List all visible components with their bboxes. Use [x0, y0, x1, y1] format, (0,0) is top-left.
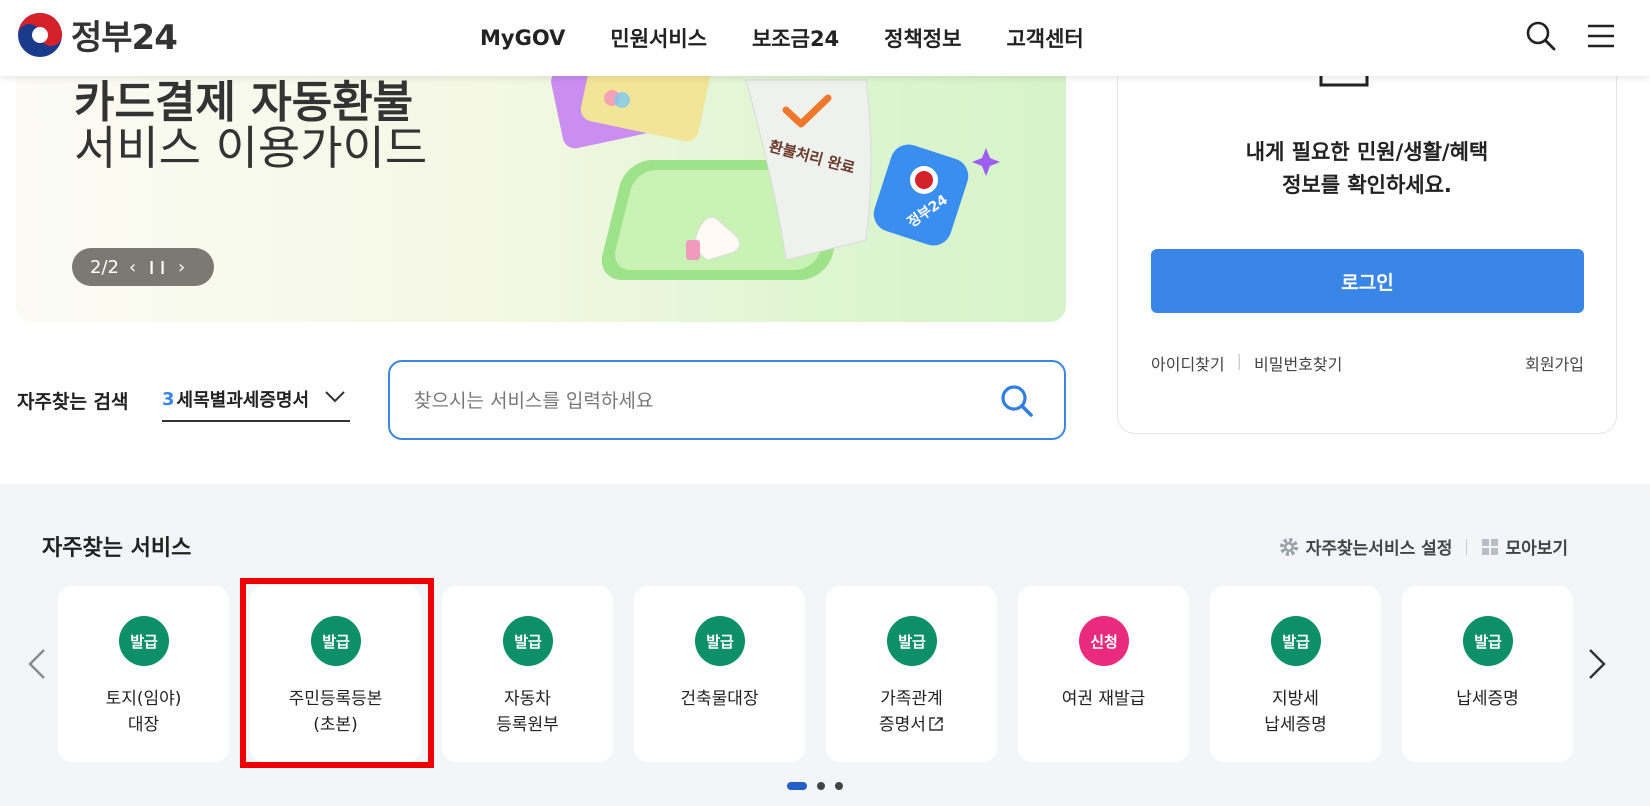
pagination-dot-1[interactable]	[787, 782, 807, 790]
frequent-services-title: 자주찾는 서비스	[42, 536, 192, 561]
carousel-prev-icon[interactable]	[24, 646, 50, 682]
service-card-family-certificate[interactable]: 발급 가족관계 증명서	[826, 586, 997, 762]
frequent-search-label: 자주찾는 검색	[17, 391, 129, 413]
service-card-label: 가족관계 증명서	[826, 686, 997, 738]
pagination-dot-3[interactable]	[835, 782, 843, 790]
link-divider: |	[1236, 351, 1242, 370]
sparkle-icon	[972, 148, 1000, 176]
service-card-passport-reissue[interactable]: 신청 여권 재발급	[1018, 586, 1189, 762]
login-message-line2: 정보를 확인하세요.	[1282, 173, 1452, 197]
issue-badge: 발급	[887, 616, 937, 666]
issue-badge: 발급	[1271, 616, 1321, 666]
grid-icon	[1482, 538, 1499, 555]
apply-badge: 신청	[1079, 616, 1129, 666]
service-card-local-tax-certificate[interactable]: 발급 지방세 납세증명	[1210, 586, 1381, 762]
site-header: 정부24 MyGOV 민원서비스 보조금24 정책정보 고객센터	[0, 0, 1650, 76]
sign-up-link[interactable]: 회원가입	[1525, 351, 1584, 375]
frequent-services-tools: 자주찾는서비스 설정 모아보기	[1278, 534, 1568, 559]
frequent-services-section: 자주찾는 서비스 자주찾는서비스 설정 모아보기 발급 토지(임야) 대장 발급…	[0, 484, 1650, 806]
gear-icon	[1279, 537, 1298, 556]
service-card-land-register[interactable]: 발급 토지(임야) 대장	[58, 586, 229, 762]
frequent-services-settings-button[interactable]: 자주찾는서비스 설정	[1278, 534, 1453, 559]
search-submit-icon[interactable]	[998, 382, 1036, 420]
service-search-box	[388, 360, 1066, 440]
banner-illustration: 환불처리 완료 정부24	[551, 40, 1000, 280]
find-password-link[interactable]: 비밀번호찾기	[1254, 351, 1342, 375]
tools-divider	[1466, 538, 1468, 555]
frequent-services-settings-label: 자주찾는서비스 설정	[1305, 539, 1453, 559]
chevron-right-icon[interactable]: ›	[178, 257, 185, 278]
find-id-link[interactable]: 아이디찾기	[1151, 351, 1225, 375]
login-message-line1: 내게 필요한 민원/생활/혜택	[1245, 140, 1489, 164]
carousel-next-icon[interactable]	[1584, 646, 1610, 682]
service-card-label: 건축물대장	[680, 689, 759, 709]
login-card: 내게 필요한 민원/생활/혜택 정보를 확인하세요. 로그인 아이디찾기 | 비…	[1117, 40, 1617, 434]
view-all-button[interactable]: 모아보기	[1481, 534, 1568, 559]
service-card-label: 납세증명	[1456, 689, 1519, 709]
nav-item-civil-service[interactable]: 민원서비스	[610, 23, 707, 53]
app-badge-illustration: 정부24	[873, 144, 969, 246]
chevron-down-icon	[325, 391, 345, 403]
issue-badge: 발급	[119, 616, 169, 666]
frequent-search-term: 세목별과세증명서	[176, 390, 310, 411]
taegeuk-logo-icon	[17, 11, 63, 58]
carousel-pagination	[787, 782, 843, 790]
login-message: 내게 필요한 민원/생활/혜택 정보를 확인하세요.	[1118, 136, 1616, 202]
banner-subtitle: 서비스 이용가이드	[74, 121, 428, 175]
frequent-search-rank: 3	[162, 388, 175, 410]
issue-badge: 발급	[1463, 616, 1513, 666]
banner-page-indicator: 2/2	[90, 256, 119, 278]
logo-text: 정부24	[71, 18, 178, 58]
hamburger-menu-icon[interactable]	[1583, 18, 1619, 54]
service-card-label: 주민등록등본 (초본)	[288, 689, 383, 735]
external-link-icon	[929, 717, 943, 731]
service-card-building-register[interactable]: 발급 건축물대장	[634, 586, 805, 762]
service-card-list: 발급 토지(임야) 대장 발급 주민등록등본 (초본) 발급 자동차 등록원부 …	[58, 586, 1573, 762]
service-card-label: 지방세 납세증명	[1264, 689, 1327, 735]
issue-badge: 발급	[695, 616, 745, 666]
service-search-input[interactable]	[414, 384, 974, 418]
service-card-vehicle-register[interactable]: 발급 자동차 등록원부	[442, 586, 613, 762]
issue-badge: 발급	[311, 616, 361, 666]
banner-controls: 2/2 ‹ ❙❙ ›	[72, 248, 214, 286]
view-all-label: 모아보기	[1505, 539, 1568, 559]
service-card-label: 여권 재발급	[1061, 689, 1146, 709]
nav-item-subsidy[interactable]: 보조금24	[752, 23, 839, 53]
search-icon[interactable]	[1523, 18, 1559, 54]
frequent-search-dropdown[interactable]: 3 세목별과세증명서	[162, 378, 350, 422]
nav-item-mygov[interactable]: MyGOV	[480, 26, 565, 50]
pause-icon[interactable]: ❙❙	[146, 260, 168, 275]
service-card-label: 토지(임야) 대장	[105, 689, 182, 735]
nav-item-policy[interactable]: 정책정보	[884, 23, 961, 53]
service-card-label: 자동차 등록원부	[496, 689, 559, 735]
service-card-tax-payment-certificate[interactable]: 발급 납세증명	[1402, 586, 1573, 762]
site-logo[interactable]: 정부24	[17, 10, 178, 59]
pagination-dot-2[interactable]	[817, 782, 825, 790]
promo-banner[interactable]: 카드결제 자동환불 서비스 이용가이드 2/2 ‹ ❙❙ › 환불처리 완료 정…	[16, 40, 1066, 322]
nav-item-customer-center[interactable]: 고객센터	[1006, 23, 1083, 53]
service-card-resident-registration[interactable]: 발급 주민등록등본 (초본)	[250, 586, 421, 762]
login-links: 아이디찾기 | 비밀번호찾기 회원가입	[1151, 351, 1584, 375]
issue-badge: 발급	[503, 616, 553, 666]
main-nav: MyGOV 민원서비스 보조금24 정책정보 고객센터	[480, 0, 1129, 76]
login-button[interactable]: 로그인	[1151, 249, 1584, 313]
chevron-left-icon[interactable]: ‹	[129, 257, 136, 278]
